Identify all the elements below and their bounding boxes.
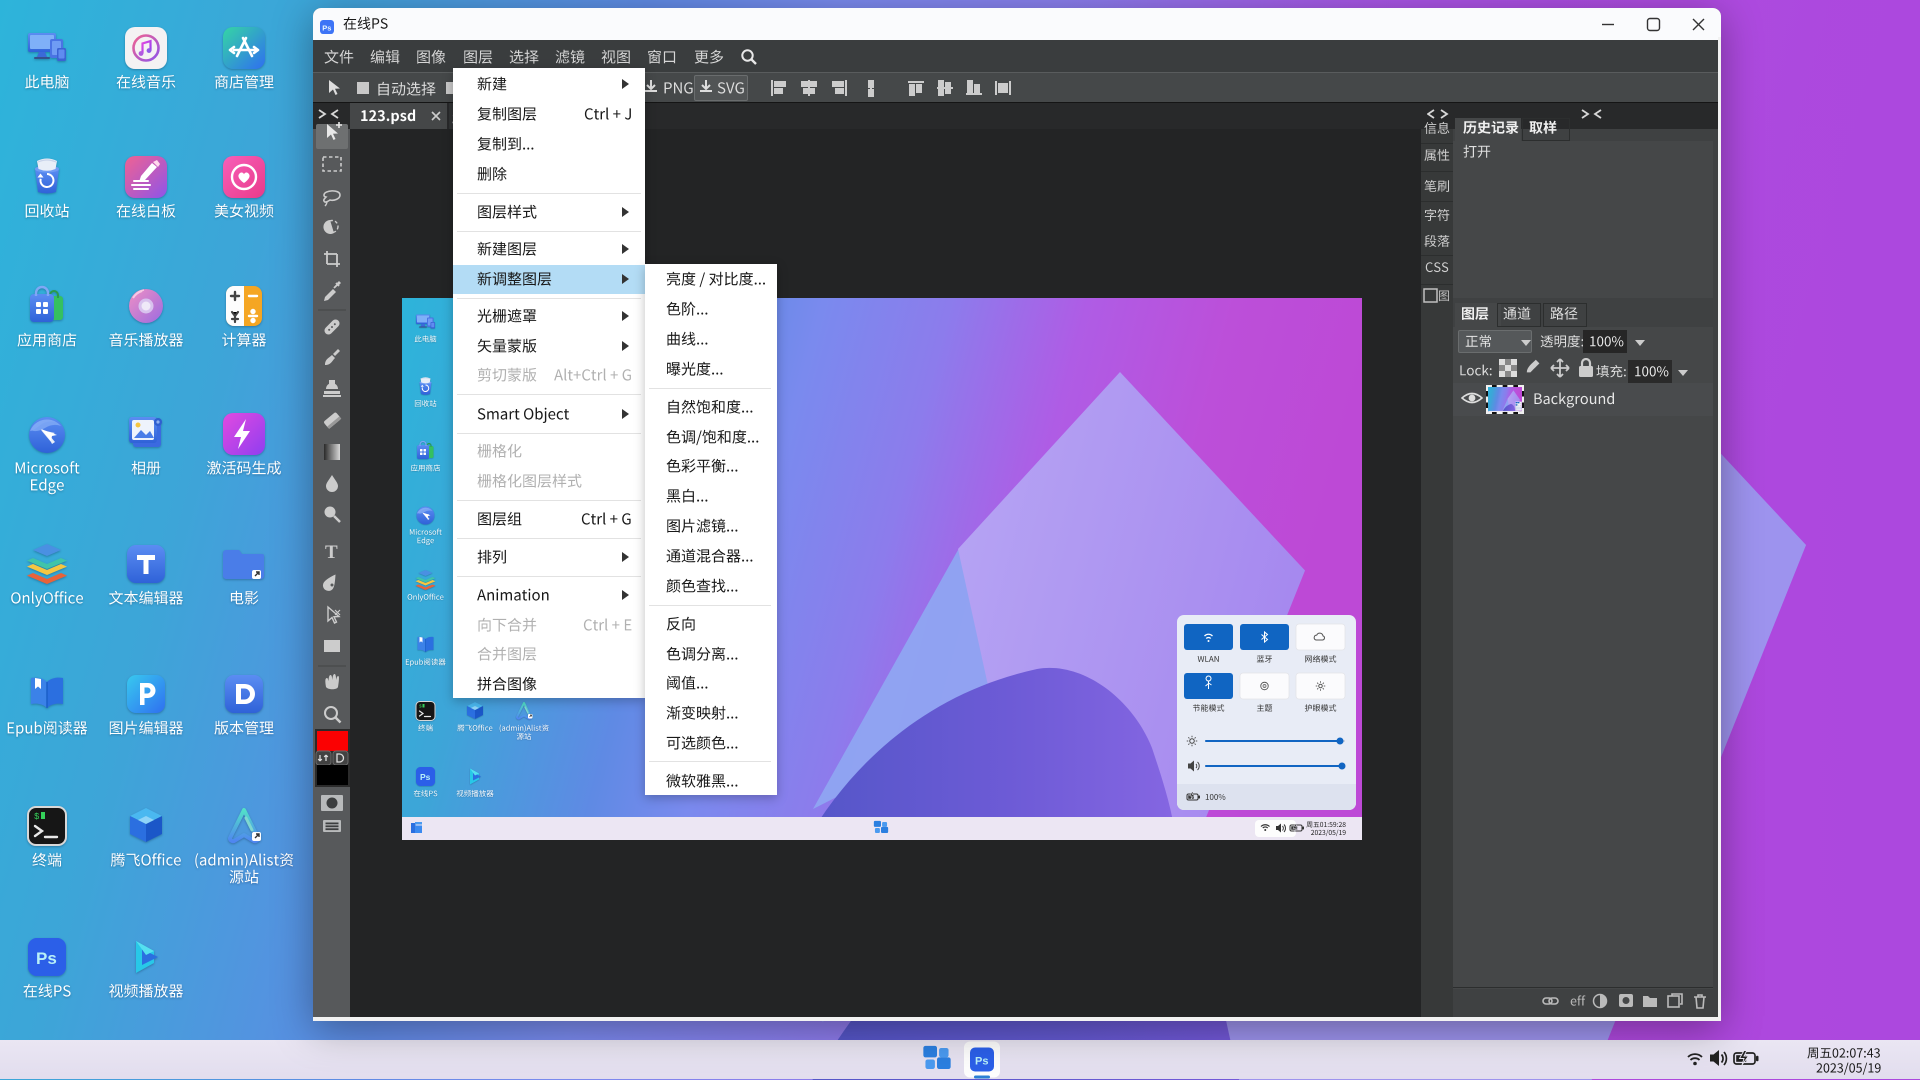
svg-text:Ps: Ps xyxy=(322,24,331,33)
svg-text:T: T xyxy=(325,542,338,563)
svg-text:Ps: Ps xyxy=(975,1056,988,1068)
